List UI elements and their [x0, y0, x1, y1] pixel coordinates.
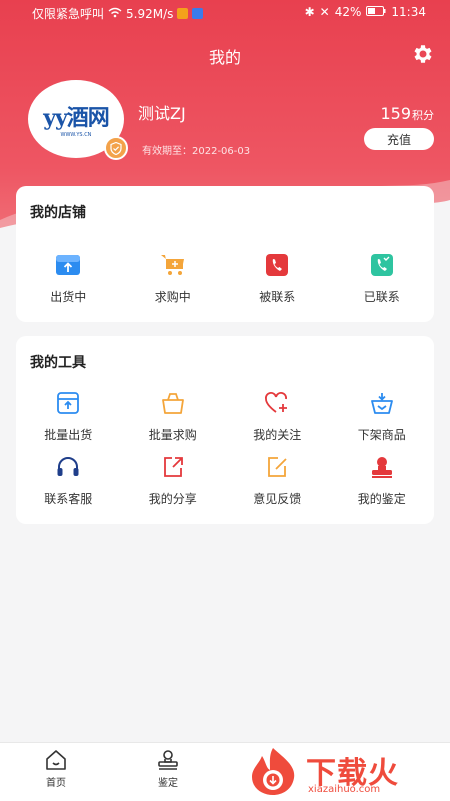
gear-icon: [414, 45, 432, 63]
battery-icon: [366, 5, 386, 19]
validity-date: 有效期至：2022-06-03: [142, 146, 251, 157]
recharge-button[interactable]: 充值: [364, 128, 434, 150]
points-unit: 积分: [412, 109, 434, 122]
tool-label: 批量求购: [148, 428, 197, 442]
watermark: 下载火 xiazaihuo.com: [242, 746, 442, 796]
tab-appraise[interactable]: 鉴定: [138, 749, 198, 789]
my-tools-title: 我的工具: [30, 355, 86, 371]
tab-label: 首页: [46, 778, 66, 789]
clock: 11:34: [391, 5, 426, 19]
tool-delisted-goods[interactable]: 下架商品: [330, 388, 435, 443]
tool-label: 批量出货: [44, 428, 93, 442]
headset-icon: [53, 452, 83, 482]
store-item-label: 出货中: [50, 290, 87, 304]
tool-my-follows[interactable]: 我的关注: [225, 388, 330, 443]
tool-feedback[interactable]: 意见反馈: [225, 452, 330, 507]
tool-customer-service[interactable]: 联系客服: [16, 452, 121, 507]
heart-plus-icon: [262, 388, 292, 418]
status-bar: 仅限紧急呼叫 5.92M/s ✱ ✕ 42% 11:34: [0, 0, 450, 26]
tab-label: 鉴定: [158, 778, 178, 789]
my-store-title: 我的店铺: [30, 205, 86, 221]
my-store-card: 我的店铺 出货中 求购中 被联系 已联系: [16, 186, 434, 322]
notification-app-icon: [177, 8, 189, 19]
store-item-label: 被联系: [259, 290, 296, 304]
my-store-grid: 出货中 求购中 被联系 已联系: [16, 250, 434, 305]
carrier-text: 仅限紧急呼叫: [32, 7, 105, 21]
store-item-buying[interactable]: 求购中: [121, 250, 226, 305]
mute-icon: ✕: [319, 5, 330, 19]
store-item-shipping[interactable]: 出货中: [16, 250, 121, 305]
tool-label: 我的关注: [253, 428, 302, 442]
home-icon: [46, 750, 66, 770]
settings-button[interactable]: [410, 42, 434, 66]
flame-logo-icon: [252, 748, 295, 795]
brand-logo-url: WWW.YS.CN: [60, 132, 92, 138]
my-tools-row-1: 批量出货 批量求购 我的关注 下架商品: [16, 388, 434, 443]
tool-batch-buy[interactable]: 批量求购: [121, 388, 226, 443]
share-icon: [158, 452, 188, 482]
username: 测试ZJ: [138, 104, 186, 123]
tool-my-appraisal[interactable]: 我的鉴定: [330, 452, 435, 507]
my-tools-card: 我的工具 批量出货 批量求购 我的关注 下架商品 联系客服 我的分享 意见反馈 …: [16, 336, 434, 524]
points-value: 159: [380, 104, 411, 123]
basket-down-icon: [367, 388, 397, 418]
verified-badge-icon: [104, 136, 128, 160]
points-display: 159积分: [380, 104, 434, 123]
tool-label: 我的分享: [148, 492, 197, 506]
tool-batch-ship[interactable]: 批量出货: [16, 388, 121, 443]
store-item-label: 求购中: [154, 290, 191, 304]
stamp-icon: [367, 452, 397, 482]
network-speed: 5.92M/s: [126, 6, 174, 21]
store-item-contacted[interactable]: 已联系: [330, 250, 435, 305]
tool-label: 意见反馈: [253, 492, 302, 506]
watermark-url: xiazaihuo.com: [308, 784, 381, 795]
tool-my-share[interactable]: 我的分享: [121, 452, 226, 507]
store-item-contacted-by[interactable]: 被联系: [225, 250, 330, 305]
batch-buy-icon: [158, 388, 188, 418]
my-tools-row-2: 联系客服 我的分享 意见反馈 我的鉴定: [16, 452, 434, 507]
page-title: 我的: [208, 48, 241, 67]
bluetooth-icon: ✱: [304, 5, 315, 19]
cart-icon: [158, 250, 188, 280]
wifi-icon: [108, 7, 122, 21]
tool-label: 联系客服: [44, 492, 93, 506]
store-item-label: 已联系: [363, 290, 400, 304]
appraise-icon: [158, 750, 178, 770]
tool-label: 我的鉴定: [357, 492, 406, 506]
notification-app-icon: [192, 8, 204, 19]
tool-label: 下架商品: [357, 428, 406, 442]
tab-home[interactable]: 首页: [26, 749, 86, 789]
shipping-icon: [53, 250, 83, 280]
phone-incoming-icon: [262, 250, 292, 280]
brand-logo: yy酒网: [43, 105, 110, 131]
feedback-icon: [262, 452, 292, 482]
phone-contacted-icon: [367, 250, 397, 280]
battery-percent: 42%: [334, 5, 362, 19]
batch-ship-icon: [53, 388, 83, 418]
